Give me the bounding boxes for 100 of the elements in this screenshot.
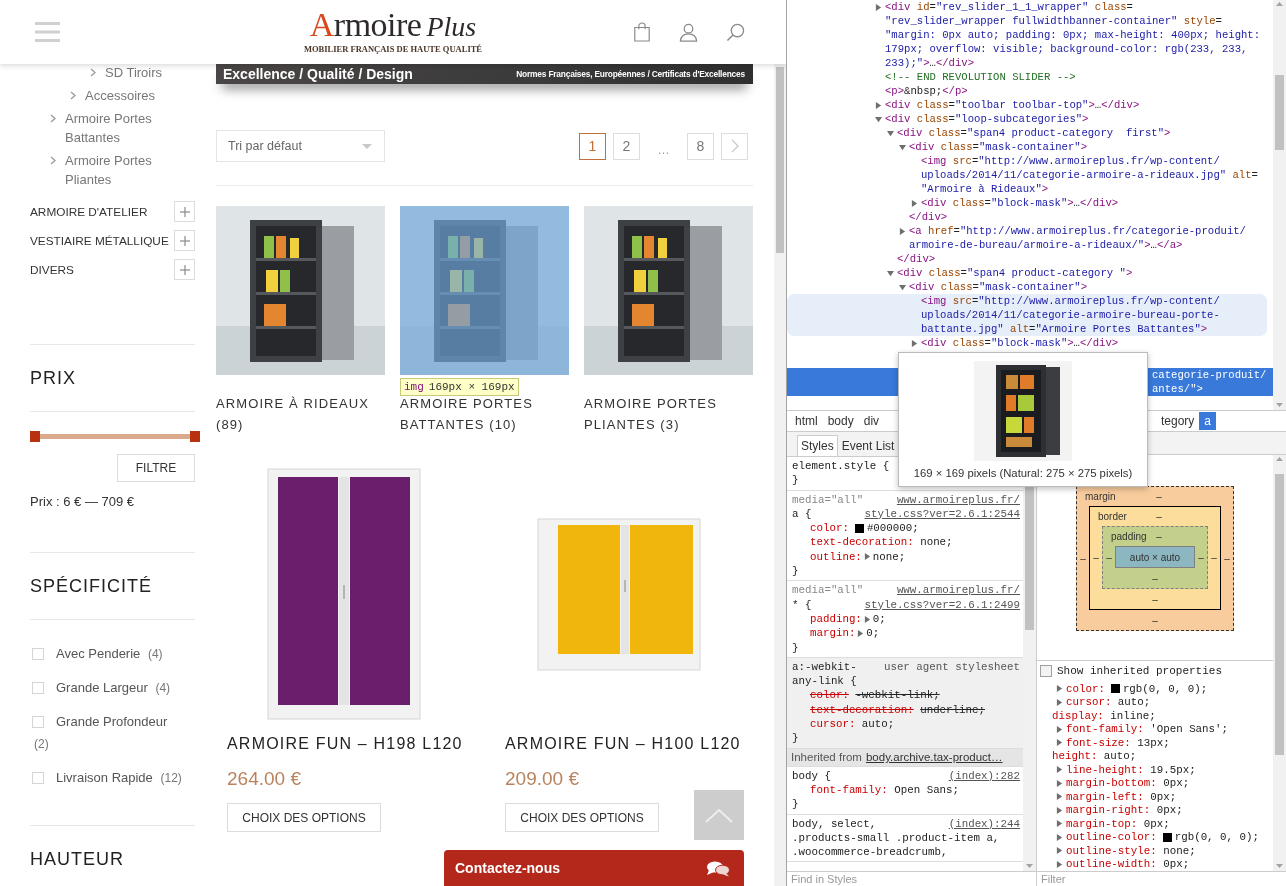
disclosure-triangle-icon[interactable] xyxy=(899,227,906,235)
subcategory-link[interactable]: Armoire Portes Battantes xyxy=(65,109,195,147)
disclosure-triangle-icon[interactable] xyxy=(857,629,865,637)
disclosure-triangle-icon[interactable] xyxy=(887,129,894,137)
subcategory-link[interactable]: Accessoires xyxy=(85,86,156,105)
disclosure-triangle-icon[interactable] xyxy=(1056,806,1063,814)
disclosure-triangle-icon[interactable] xyxy=(1056,820,1063,828)
scrollbar-thumb[interactable] xyxy=(776,67,784,253)
product-title[interactable]: ARMOIRE FUN – H198 L120 xyxy=(216,734,474,754)
disclosure-triangle-icon[interactable] xyxy=(1056,766,1063,774)
dom-node-text[interactable]: <!-- END REVOLUTION SLIDER --> xyxy=(885,70,1076,84)
disclosure-triangle-icon[interactable] xyxy=(1056,779,1063,787)
checkbox-label[interactable]: Show inherited properties xyxy=(1057,664,1223,677)
dom-node-text[interactable]: <img src="http://www.armoireplus.fr/wp-content/ uploads/2014/11/categorie-armoire-bureau-porte- battante.jpg" alt="Armoire Portes Battantes"> xyxy=(921,294,1220,336)
disclosure-triangle-icon[interactable] xyxy=(875,115,882,123)
disclosure-triangle-icon[interactable] xyxy=(899,283,906,291)
scrollbar-thumb[interactable] xyxy=(1275,474,1284,755)
product-title[interactable]: ARMOIRE FUN – H100 L120 xyxy=(494,734,752,754)
option-label[interactable]: Grande Largeur xyxy=(56,680,148,695)
css-property-name[interactable]: color: xyxy=(810,521,849,536)
disclosure-triangle-icon[interactable] xyxy=(911,339,918,347)
page-button[interactable]: 8 xyxy=(687,132,714,160)
dom-node-text[interactable]: <div class="span4 product-category first"> xyxy=(897,126,1171,140)
css-property-value[interactable]: none; xyxy=(920,535,953,550)
color-swatch-icon[interactable] xyxy=(1110,684,1120,694)
logo-wordmark[interactable]: Armoire xyxy=(309,10,422,40)
dom-node-text[interactable]: <img src="http://www.armoireplus.fr/wp-content/ uploads/2014/11/categorie-armoire-a-rideaux.jpg" alt= "Armoire à Rideaux"> xyxy=(921,154,1258,196)
disclosure-triangle-icon[interactable] xyxy=(911,199,918,207)
dom-node-text[interactable]: </div> xyxy=(897,252,936,266)
range-handle[interactable] xyxy=(30,431,40,442)
disclosure-triangle-icon[interactable] xyxy=(1056,793,1063,801)
dom-node-text[interactable]: <div class="block-mask">…</div> xyxy=(921,336,1119,350)
cabinet-drawing[interactable] xyxy=(584,206,753,375)
disclosure-triangle-icon[interactable] xyxy=(863,553,871,561)
disclosure-triangle-icon[interactable] xyxy=(1056,725,1063,733)
css-property-value[interactable]: Open Sans; xyxy=(894,782,960,798)
subcategory-link[interactable]: Armoire Portes Pliantes xyxy=(65,151,195,189)
css-property-value[interactable]: auto; xyxy=(861,717,895,732)
color-swatch-icon[interactable] xyxy=(1162,832,1172,842)
css-property-value[interactable]: #000000; xyxy=(866,521,919,536)
category-title-link[interactable]: ARMOIRE PORTES BATTANTES (10) xyxy=(400,393,569,435)
page-button[interactable]: 2 xyxy=(613,132,640,160)
dom-node-text[interactable]: </div> xyxy=(909,210,948,224)
css-property-name[interactable]: outline: xyxy=(810,549,862,565)
css-property-value[interactable]: -webkit-link; xyxy=(855,688,940,703)
options-button[interactable]: CHOIX DES OPTIONS xyxy=(227,803,381,832)
checkbox[interactable] xyxy=(32,716,44,728)
disclosure-triangle-icon[interactable] xyxy=(1056,860,1063,868)
disclosure-triangle-icon[interactable] xyxy=(1056,739,1063,747)
page-button[interactable]: 1 xyxy=(579,132,606,160)
contact-button[interactable]: Contactez-nous xyxy=(444,850,744,886)
breadcrumb[interactable]: div xyxy=(858,412,885,430)
css-property-value[interactable]: 0; xyxy=(866,626,880,641)
dom-node-text[interactable]: <a href="http://www.armoireplus.fr/categorie-produit/ armoire-de-bureau/armoire-a-rideaux/">…</a> xyxy=(909,224,1246,252)
option-label[interactable]: Grande Profondeur xyxy=(56,714,168,729)
source-link[interactable]: style.css?ver=2.6.1:2499 xyxy=(864,597,1020,612)
hovered-node-row[interactable]: <img src="http://www.armoireplus.fr/wp-content/ uploads/2014/11/categorie-armoire-bureau-porte- battante.jpg" alt="Armoire Portes Battantes"> xyxy=(787,294,1267,336)
panel-tab[interactable]: Styles xyxy=(797,435,838,456)
css-property-name[interactable]: text-decoration: xyxy=(810,702,914,718)
sort-dropdown[interactable]: Tri par défaut xyxy=(216,130,385,162)
filter-button[interactable]: FILTRE xyxy=(117,454,195,482)
option-label[interactable]: Livraison Rapide xyxy=(56,770,153,785)
category-link[interactable]: ARMOIRE D'ATELIER xyxy=(30,204,148,219)
disclosure-triangle-icon[interactable] xyxy=(1056,847,1063,855)
checkbox[interactable] xyxy=(32,682,44,694)
breadcrumb[interactable]: body xyxy=(822,412,859,430)
css-property-name[interactable]: font-family: xyxy=(810,782,888,798)
css-property-name[interactable]: color: xyxy=(810,688,849,703)
breadcrumb[interactable]: tegory xyxy=(1156,412,1200,430)
range-handle[interactable] xyxy=(190,431,200,442)
subcategory-link[interactable]: SD Tiroirs xyxy=(105,63,163,82)
panel-tab[interactable]: Event List xyxy=(837,435,899,456)
checkbox[interactable] xyxy=(32,772,44,784)
dom-node-text[interactable]: <div class="toolbar toolbar-top">…</div> xyxy=(885,98,1140,112)
disclosure-triangle-icon[interactable] xyxy=(899,143,906,151)
category-link[interactable]: VESTIAIRE MÉTALLIQUE xyxy=(30,233,169,248)
dom-node-text[interactable]: <div class="mask-container"> xyxy=(909,280,1088,294)
disclosure-triangle-icon[interactable] xyxy=(1056,833,1063,841)
options-button[interactable]: CHOIX DES OPTIONS xyxy=(505,803,659,832)
dom-node-text[interactable]: <div id="rev_slider_1_1_wrapper" class= "rev_slider_wrapper fullwidthbanner-container" style= "margin: 0px auto; padding: 0px; max-height: 400px; height: 179px; overflow: visible; background-color: rgb(233, 233, 233);">…</div> xyxy=(885,0,1261,70)
disclosure-triangle-icon[interactable] xyxy=(875,101,882,109)
dom-node-text[interactable]: <div class="mask-container"> xyxy=(909,140,1088,154)
css-property-name[interactable]: padding: xyxy=(810,611,862,627)
logo-script-text[interactable]: Plus xyxy=(426,12,477,42)
category-link[interactable]: DIVERS xyxy=(30,262,74,277)
option-label[interactable]: Avec Penderie xyxy=(56,646,141,661)
checkbox[interactable] xyxy=(1040,664,1052,677)
dom-node-text[interactable]: <p>&nbsp;</p> xyxy=(885,84,968,98)
css-property-name[interactable]: cursor: xyxy=(810,717,856,732)
checkbox[interactable] xyxy=(32,648,44,660)
disclosure-triangle-icon[interactable] xyxy=(875,3,882,11)
inherited-link[interactable]: body.archive.tax-product… xyxy=(865,750,1003,765)
color-swatch-icon[interactable] xyxy=(854,523,864,533)
disclosure-triangle-icon[interactable] xyxy=(1056,685,1063,693)
source-link[interactable]: (index):282 xyxy=(948,768,1020,783)
cabinet-drawing[interactable] xyxy=(216,206,385,375)
source-link[interactable]: (index):244 xyxy=(948,816,1020,831)
source-link[interactable]: style.css?ver=2.6.1:2544 xyxy=(864,506,1020,522)
disclosure-triangle-icon[interactable] xyxy=(887,269,894,277)
scrollbar-thumb[interactable] xyxy=(1275,75,1284,150)
